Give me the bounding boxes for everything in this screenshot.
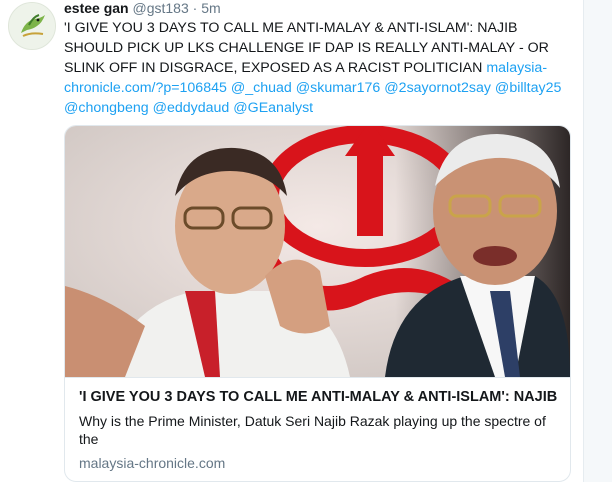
tweet-header: estee gan @gst183 · 5m	[64, 0, 221, 16]
mention-link[interactable]: @chongbeng	[64, 100, 149, 116]
right-sidebar-edge	[583, 0, 612, 482]
tweet-text: 'I GIVE YOU 3 DAYS TO CALL ME ANTI-MALAY…	[64, 18, 580, 118]
link-preview-card[interactable]: 'I GIVE YOU 3 DAYS TO CALL ME ANTI-MALAY…	[64, 125, 571, 482]
avatar[interactable]	[8, 2, 56, 50]
user-handle[interactable]: @gst183	[132, 0, 188, 16]
display-name[interactable]: estee gan	[64, 0, 129, 16]
mention-link[interactable]: @eddydaud	[153, 100, 230, 116]
mention-link[interactable]: @billtay25	[495, 80, 561, 96]
card-text-area[interactable]: 'I GIVE YOU 3 DAYS TO CALL ME ANTI-MALAY…	[65, 377, 570, 481]
tweet-main-text: 'I GIVE YOU 3 DAYS TO CALL ME ANTI-MALAY…	[64, 20, 549, 76]
separator-dot: ·	[192, 0, 198, 16]
mention-link[interactable]: @skumar176	[296, 80, 381, 96]
card-image[interactable]	[65, 126, 570, 377]
card-domain: malaysia-chronicle.com	[79, 455, 226, 471]
mention-link[interactable]: @GEanalyst	[233, 100, 313, 116]
mention-link[interactable]: @2sayornot2say	[384, 80, 491, 96]
card-title[interactable]: 'I GIVE YOU 3 DAYS TO CALL ME ANTI-MALAY…	[79, 389, 559, 405]
card-description: Why is the Prime Minister, Datuk Seri Na…	[79, 413, 546, 447]
bird-logo-icon	[9, 3, 55, 49]
timestamp[interactable]: 5m	[201, 0, 220, 16]
mention-link[interactable]: @_chuad	[231, 80, 292, 96]
tweet: estee gan @gst183 · 5m 'I GIVE YOU 3 DAY…	[0, 0, 612, 482]
